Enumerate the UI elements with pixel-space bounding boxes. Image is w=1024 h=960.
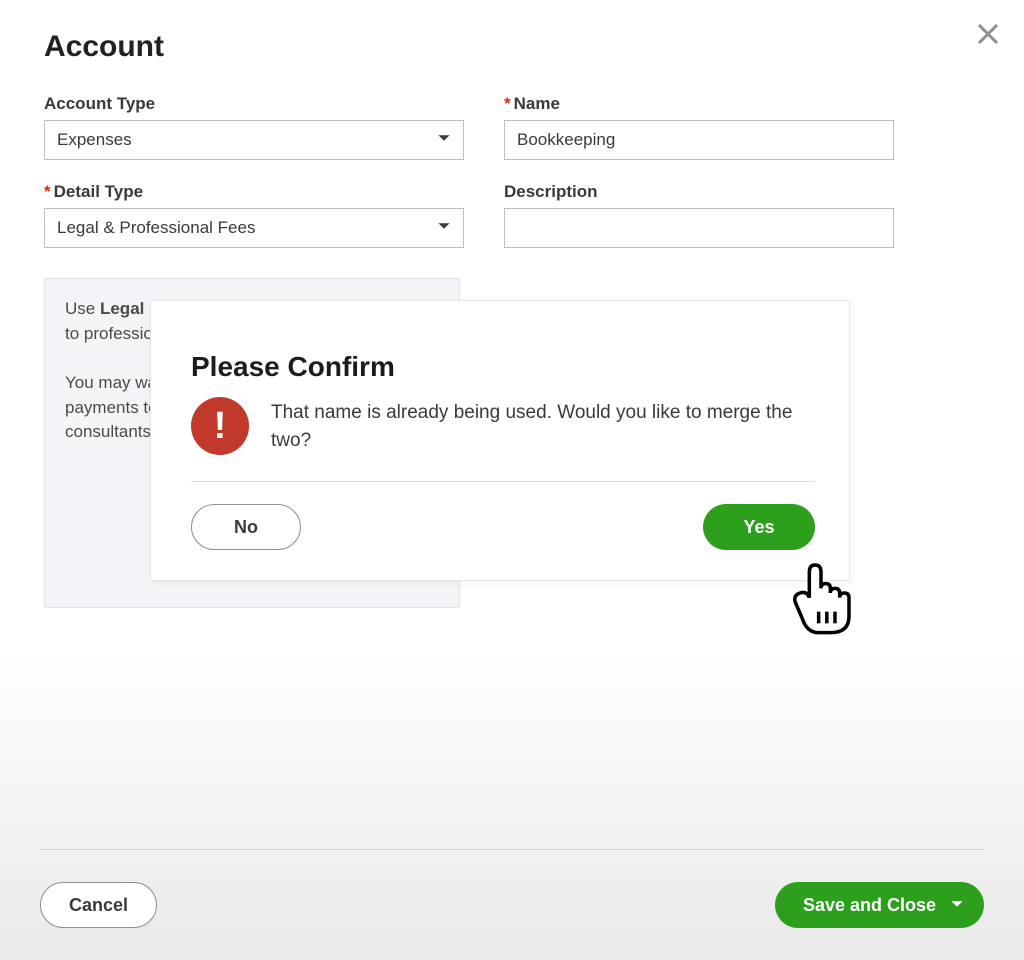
close-icon[interactable]	[974, 20, 1002, 48]
yes-button[interactable]: Yes	[703, 504, 815, 550]
name-field: Name Bookkeeping	[504, 94, 894, 160]
detail-type-select[interactable]: Legal & Professional Fees	[44, 208, 464, 248]
description-input[interactable]	[504, 208, 894, 248]
description-label: Description	[504, 182, 894, 202]
page-title: Account	[0, 0, 1024, 64]
name-label: Name	[504, 94, 894, 114]
info-text-pre: Use	[65, 299, 100, 318]
alert-icon: !	[191, 397, 249, 455]
chevron-down-icon[interactable]	[950, 895, 964, 916]
footer-divider	[40, 849, 984, 850]
description-field: Description	[504, 182, 894, 248]
modal-message: That name is already being used. Would y…	[271, 397, 815, 454]
modal-title: Please Confirm	[191, 351, 815, 383]
detail-type-value: Legal & Professional Fees	[57, 218, 255, 238]
cancel-button[interactable]: Cancel	[40, 882, 157, 928]
divider	[191, 481, 815, 482]
account-type-label: Account Type	[44, 94, 464, 114]
name-input[interactable]: Bookkeeping	[504, 120, 894, 160]
account-type-select[interactable]: Expenses	[44, 120, 464, 160]
detail-type-label: Detail Type	[44, 182, 464, 202]
save-and-close-button[interactable]: Save and Close	[775, 882, 984, 928]
chevron-down-icon	[437, 130, 451, 150]
no-button[interactable]: No	[191, 504, 301, 550]
confirm-modal: Please Confirm ! That name is already be…	[150, 300, 850, 581]
detail-type-field: Detail Type Legal & Professional Fees	[44, 182, 464, 248]
name-value: Bookkeeping	[517, 130, 615, 150]
account-type-value: Expenses	[57, 130, 132, 150]
chevron-down-icon	[437, 218, 451, 238]
account-type-field: Account Type Expenses	[44, 94, 464, 160]
save-and-close-label: Save and Close	[803, 895, 936, 916]
